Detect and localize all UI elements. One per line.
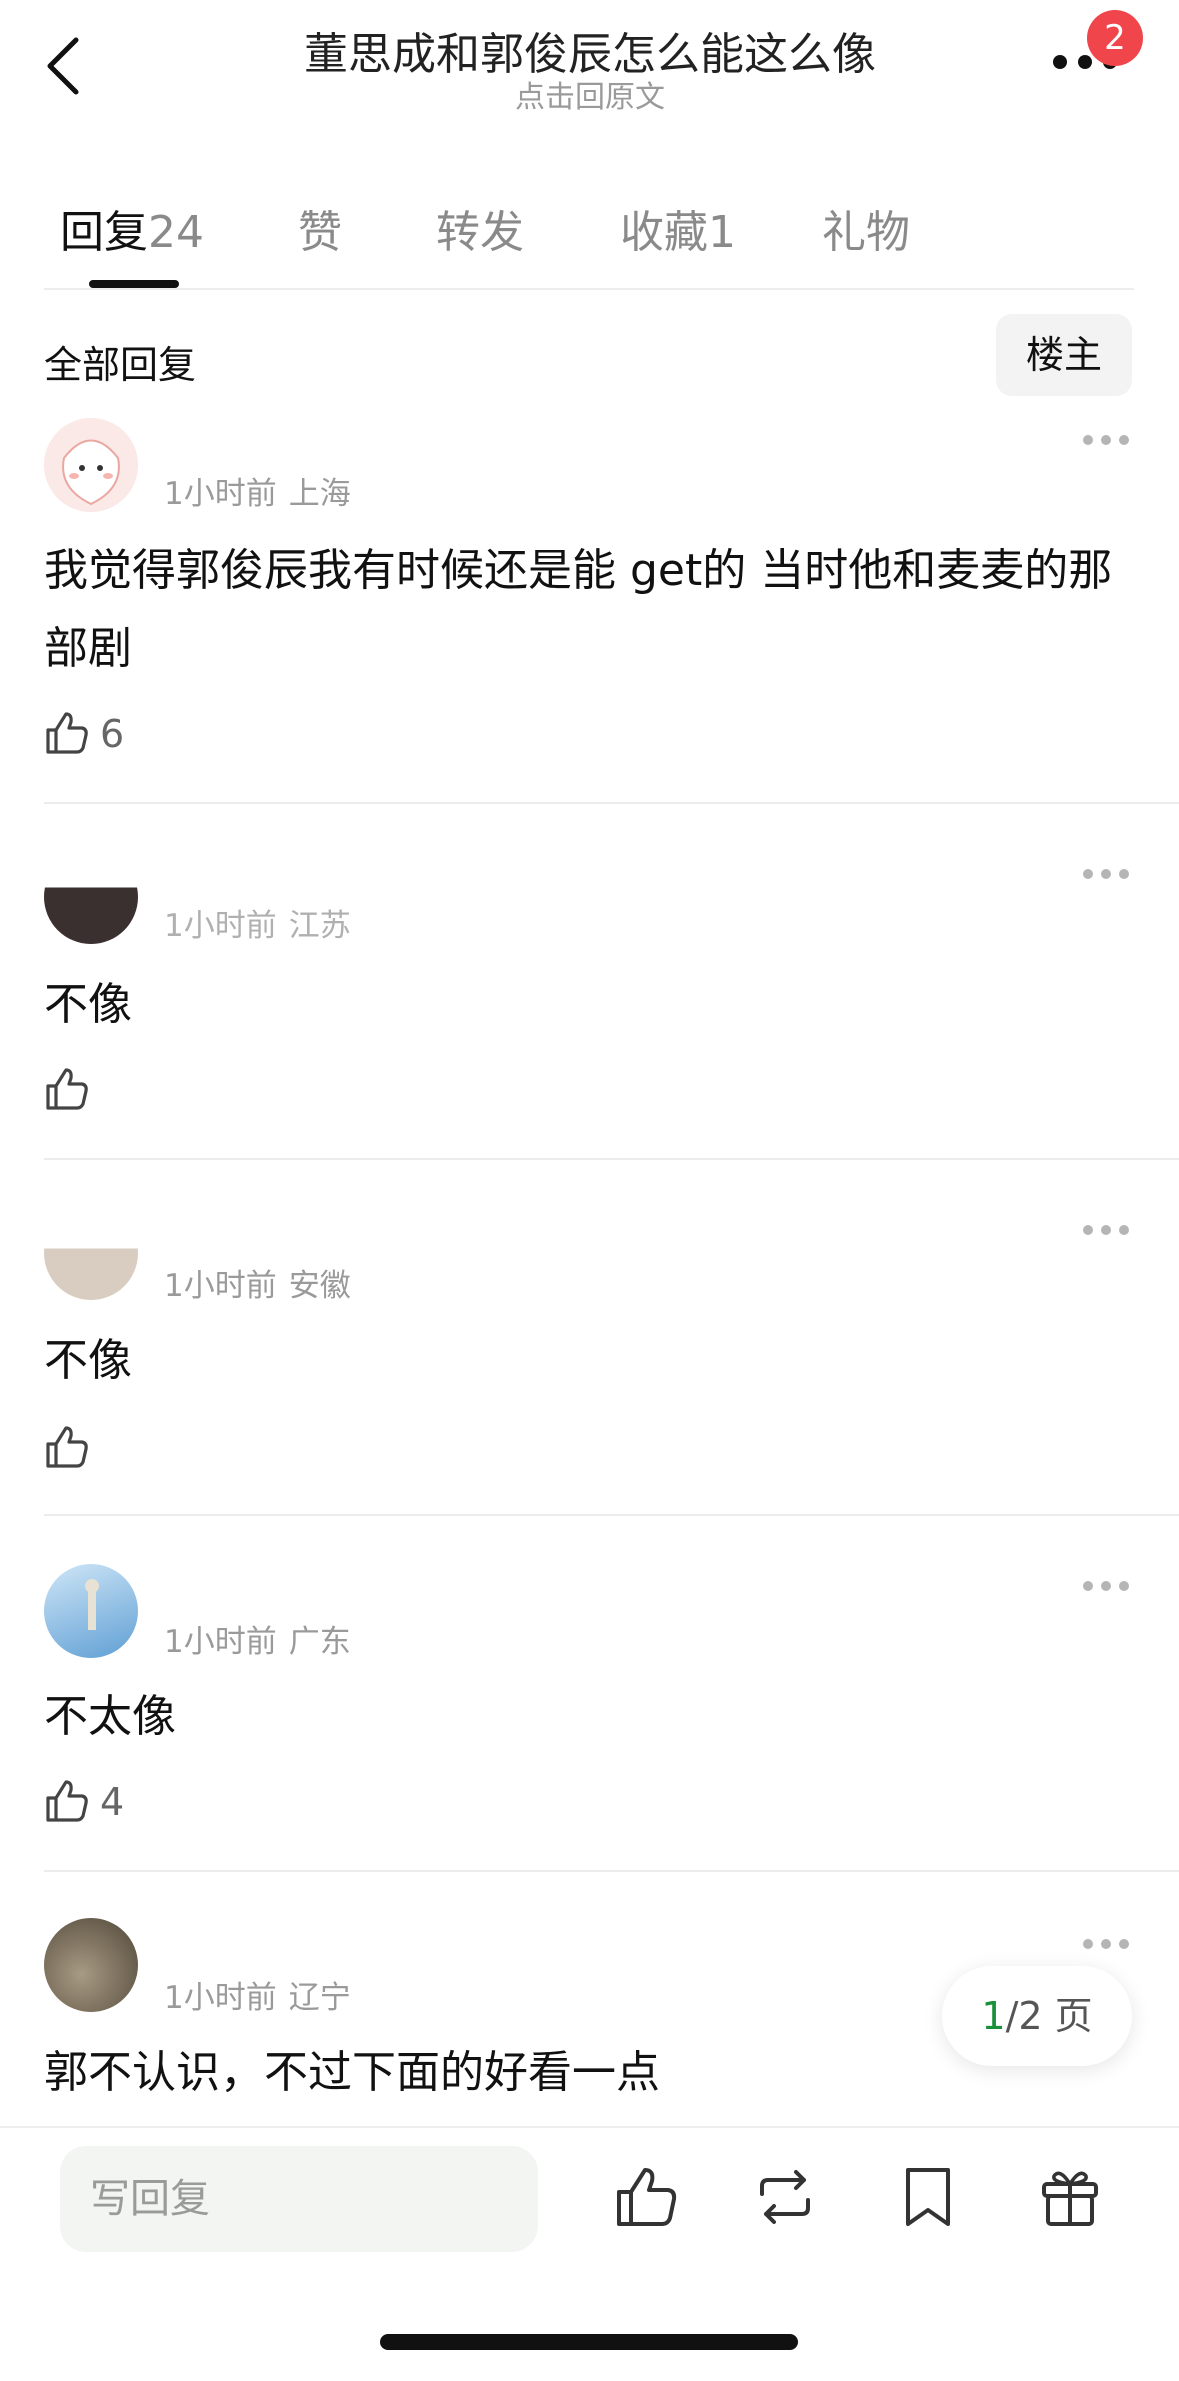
chevron-left-icon	[47, 37, 79, 95]
total-pages: /2 页	[1005, 1994, 1093, 2038]
divider	[44, 1870, 1179, 1872]
comment-location: 辽宁	[288, 1980, 351, 2016]
divider	[44, 1158, 1179, 1160]
comment-more-button[interactable]	[1082, 432, 1130, 446]
comment-meta: 1小时前 江苏	[164, 900, 351, 945]
tab-reposts[interactable]: 转发	[436, 196, 524, 260]
like-button[interactable]: 6	[44, 710, 124, 760]
tab-gifts[interactable]: 礼物	[822, 196, 910, 260]
back-button[interactable]	[36, 30, 96, 102]
thumbs-up-icon	[46, 1426, 88, 1468]
like-button[interactable]	[44, 1424, 90, 1474]
avatar[interactable]	[44, 1918, 138, 2012]
comment-text: 不像	[44, 979, 132, 1030]
more-dots-icon	[1083, 1581, 1129, 1591]
home-indicator	[380, 2334, 798, 2350]
thumbs-up-icon	[46, 1780, 88, 1822]
more-dots-icon	[1083, 435, 1129, 445]
tab-likes[interactable]: 赞	[298, 196, 342, 260]
bookmark-icon	[906, 2168, 950, 2226]
avatar[interactable]	[44, 418, 138, 512]
comment-location: 广东	[288, 1624, 351, 1660]
more-dots-icon	[1083, 1225, 1129, 1235]
comment-meta: 1小时前 上海	[164, 468, 351, 513]
comment-meta: 1小时前 广东	[164, 1616, 351, 1661]
notification-badge: 2	[1087, 10, 1143, 66]
thumbs-up-icon	[617, 2168, 677, 2226]
divider	[44, 1514, 1179, 1516]
tab-favorites[interactable]: 收藏1	[620, 196, 736, 260]
comment-time: 1小时前	[164, 1624, 277, 1660]
avatar[interactable]	[44, 850, 138, 944]
comment-location: 上海	[288, 476, 351, 512]
divider	[44, 802, 1179, 804]
comment-time: 1小时前	[164, 1268, 277, 1304]
gift-icon	[1042, 2171, 1098, 2226]
bookmark-button[interactable]	[898, 2164, 962, 2230]
gift-button[interactable]	[1038, 2164, 1102, 2230]
comment-more-button[interactable]	[1082, 1578, 1130, 1592]
page-indicator[interactable]: 1/2 页	[942, 1966, 1132, 2066]
more-dots-icon	[1083, 869, 1129, 879]
comment-meta: 1小时前 安徽	[164, 1260, 351, 1305]
comment-location: 江苏	[288, 908, 351, 944]
like-button[interactable]	[44, 1066, 90, 1116]
like-button[interactable]: 4	[44, 1778, 124, 1828]
tab-replies[interactable]: 回复24	[60, 196, 204, 260]
like-count: 6	[100, 712, 125, 756]
comment-text: 我觉得郭俊辰我有时候还是能 get的 当时他和麦麦的那部剧	[44, 545, 1113, 674]
avatar[interactable]	[44, 1564, 138, 1658]
thumbs-up-icon	[46, 712, 88, 754]
section-title: 全部回复	[44, 343, 197, 387]
comment-more-button[interactable]	[1082, 866, 1130, 880]
repost-icon	[760, 2170, 810, 2224]
comment-time: 1小时前	[164, 1980, 277, 2016]
current-page: 1	[981, 1994, 1006, 2038]
comment-text: 不太像	[44, 1691, 176, 1742]
reply-input[interactable]	[60, 2146, 538, 2252]
comment-time: 1小时前	[164, 908, 277, 944]
divider	[44, 288, 1134, 290]
more-dots-icon	[1083, 1939, 1129, 1949]
comment-text: 不像	[44, 1335, 132, 1386]
comment-more-button[interactable]	[1082, 1936, 1130, 1950]
repost-button[interactable]	[752, 2164, 816, 2230]
avatar-image	[44, 418, 138, 512]
avatar[interactable]	[44, 1206, 138, 1300]
like-count: 4	[100, 1780, 125, 1824]
comment-meta: 1小时前 辽宁	[164, 1972, 351, 2017]
like-post-button[interactable]	[614, 2164, 678, 2230]
comment-location: 安徽	[288, 1268, 351, 1304]
back-to-original-link[interactable]: 点击回原文	[250, 72, 930, 116]
avatar-image	[85, 1579, 99, 1630]
thumbs-up-icon	[46, 1068, 88, 1110]
op-only-filter-button[interactable]: 楼主	[996, 314, 1132, 396]
tab-active-indicator	[89, 280, 179, 288]
comment-more-button[interactable]	[1082, 1222, 1130, 1236]
comment-time: 1小时前	[164, 476, 277, 512]
